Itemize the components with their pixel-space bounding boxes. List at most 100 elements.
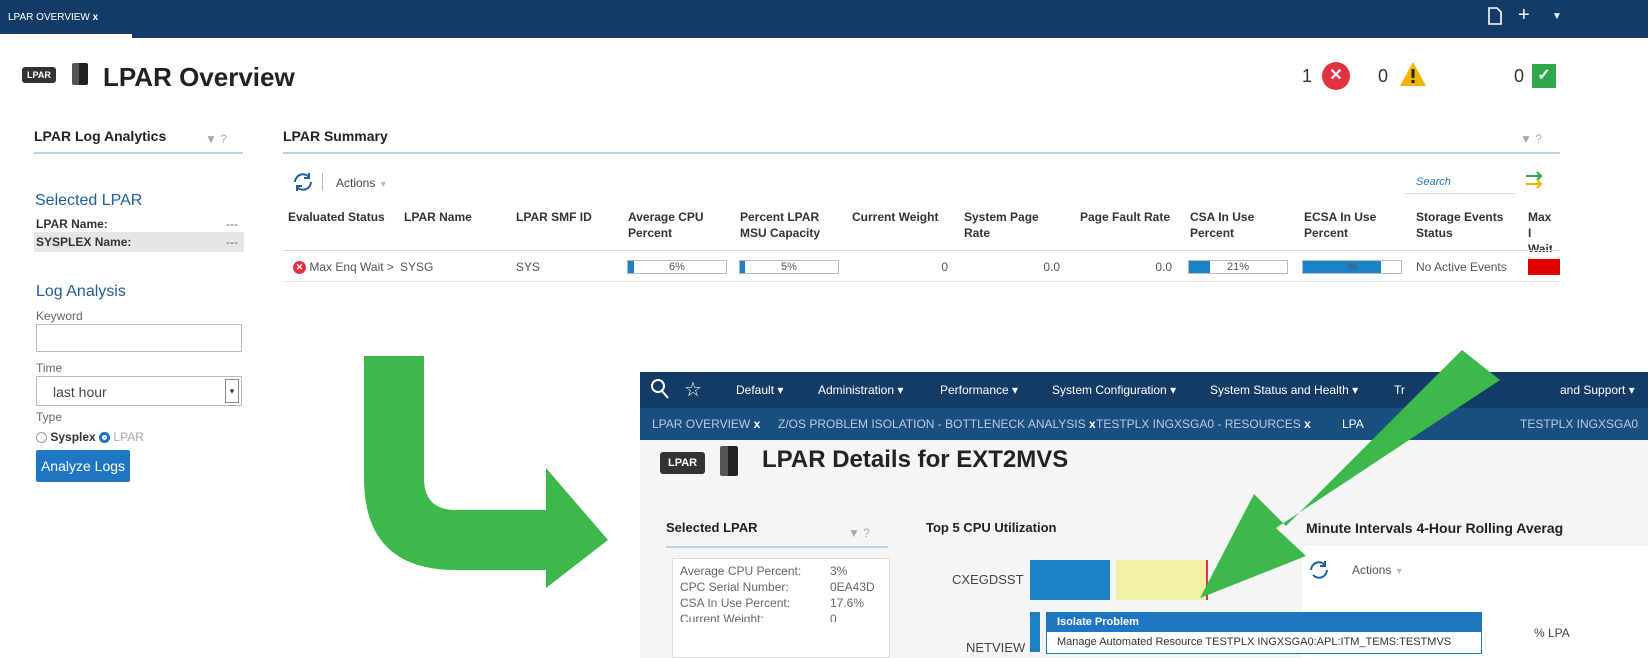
new-page-icon[interactable] [1488,7,1502,31]
type-radio-group: Sysplex LPAR [36,430,144,444]
col-page-fault-rate[interactable]: Page Fault Rate [1080,209,1180,225]
inset-row-value: 3% [830,564,848,578]
inset-row-value: 17.6% [830,596,865,610]
menu-item-manage-resource[interactable]: Manage Automated Resource TESTPLX INGXSG… [1047,632,1481,653]
lpar-name-value: --- [226,217,238,231]
inset-page-title: LPAR Details for EXT2MVS [762,446,1069,473]
nav-default[interactable]: Default ▾ [736,383,783,397]
select-arrow-icon[interactable]: ▾ [225,379,239,403]
inset-side-label: % LPA [1534,626,1570,640]
row-lpar-name: SYSG [400,260,434,274]
chevron-down-icon[interactable]: ▼ [1552,11,1562,22]
search-placeholder: Search [1416,176,1451,188]
search-icon[interactable] [650,378,670,405]
nav-performance[interactable]: Performance ▾ [940,383,1018,397]
add-icon[interactable]: + [1518,4,1530,27]
inset-row-label: Current Weight: [680,612,764,622]
inset-cpu-title: Top 5 CPU Utilization [926,520,1057,535]
nav-support[interactable]: and Support ▾ [1560,383,1635,397]
col-lpar-smf-id[interactable]: LPAR SMF ID [516,209,616,225]
row-storage-events: No Active Events [1416,260,1507,274]
radio-lpar-label: LPAR [113,430,144,444]
max-wait-indicator [1528,259,1560,275]
toolbar-separator [322,173,323,191]
refresh-icon[interactable] [292,172,314,197]
nav-system-configuration[interactable]: System Configuration ▾ [1052,383,1176,397]
error-status-icon: ✕ [293,261,306,275]
cpu-label: NETVIEW [966,640,1026,655]
row-smf-id: SYS [516,260,541,274]
critical-status-icon[interactable]: ✕ [1322,62,1350,90]
analyze-logs-button[interactable]: Analyze Logs [36,450,130,482]
server-icon [72,63,88,85]
cpu-bar [1030,612,1040,652]
msu-bar: 5% [739,260,839,274]
inset-row-value: 0 [830,612,837,622]
row-page-rate: 0.0 [1043,260,1060,274]
cpu-label: CXEGDSST [952,572,1024,587]
row-page-fault-rate: 0.0 [1155,260,1172,274]
log-analysis-heading: Log Analysis [36,283,126,300]
search-input[interactable]: Search [1404,170,1516,194]
row-status: ✕ Max Enq Wait > [293,260,394,275]
menu-item-isolate-problem[interactable]: Isolate Problem [1047,613,1481,632]
active-tab-indicator [0,34,132,38]
inset-row-label: Average CPU Percent: [680,564,802,578]
tab-lpar-overview[interactable]: LPAR OVERVIEW x [8,12,98,23]
col-ecsa-in-use-percent[interactable]: ECSA In Use Percent [1304,209,1384,241]
header-divider [283,250,1560,251]
csa-bar: 21% [1188,260,1288,274]
col-evaluated-status[interactable]: Evaluated Status [288,209,398,225]
avg-cpu-bar: 6% [627,260,727,274]
diagonal-arrow-icon [1200,350,1500,598]
keyword-label: Keyword [36,309,83,323]
actions-menu[interactable]: Actions ▼ [336,176,388,190]
sysplex-name-value: --- [226,235,238,249]
warning-status-icon[interactable] [1398,60,1428,93]
col-csa-in-use-percent[interactable]: CSA In Use Percent [1190,209,1270,241]
col-percent-lpar-msu-capacity[interactable]: Percent LPAR MSU Capacity [740,209,840,241]
curved-arrow-icon [364,356,608,588]
summary-collapse-icon[interactable]: ▼ ? [1520,132,1542,146]
nav-administration[interactable]: Administration ▾ [818,383,903,397]
col-system-page-rate[interactable]: System Page Rate [964,209,1054,241]
lpar-summary-title: LPAR Summary [283,128,388,144]
ecsa-text: % [1347,261,1357,273]
normal-count: 0 [1514,66,1525,86]
favorite-star-icon[interactable]: ☆ [684,377,702,402]
radio-sysplex[interactable] [36,432,47,444]
top-tab-bar: LPAR OVERVIEW x + ▼ [0,0,1648,38]
lpar-name-label: LPAR Name: [36,217,108,231]
col-storage-events-status[interactable]: Storage Events Status [1416,209,1512,241]
critical-count: 1 [1302,66,1313,86]
col-lpar-name[interactable]: LPAR Name [404,209,504,225]
inset-panel-collapse-icon[interactable]: ▼ ? [848,526,870,540]
normal-status-icon[interactable]: ✓ [1532,64,1556,88]
cpu-bar [1030,560,1110,600]
inset-tab-bottleneck[interactable]: Z/OS PROBLEM ISOLATION - BOTTLENECK ANAL… [778,417,1096,431]
summary-divider [283,152,1560,154]
radio-lpar[interactable] [99,432,111,444]
sysplex-name-label: SYSPLEX Name: [36,235,132,249]
inset-tab-testplx[interactable]: TESTPLX INGXSGA0 [1520,417,1638,431]
time-label: Time [36,361,63,375]
log-analytics-title: LPAR Log Analytics [34,128,167,144]
inset-tab-lpar-overview[interactable]: LPAR OVERVIEW x [652,417,760,431]
panel-collapse-icon[interactable]: ▼ ? [205,132,227,146]
inset-lpar-badge: LPAR [660,452,706,474]
ecsa-bar: % [1302,260,1402,274]
col-average-cpu-percent[interactable]: Average CPU Percent [628,209,728,241]
msu-text: 5% [781,261,797,273]
selected-lpar-heading: Selected LPAR [35,192,143,209]
radio-sysplex-label: Sysplex [50,430,96,444]
csa-text: 21% [1226,261,1250,273]
inset-row-label: CPC Serial Number: [680,580,789,594]
tab-close-icon[interactable]: x [93,12,99,23]
col-current-weight[interactable]: Current Weight [852,209,952,225]
inset-row-value: 0EA43D [830,580,875,594]
keyword-input[interactable] [36,324,242,352]
row-current-weight: 0 [941,260,948,274]
time-select[interactable]: last hour ▾ [36,376,242,406]
lpar-badge: LPAR [22,67,56,83]
column-settings-icon[interactable] [1524,170,1546,195]
